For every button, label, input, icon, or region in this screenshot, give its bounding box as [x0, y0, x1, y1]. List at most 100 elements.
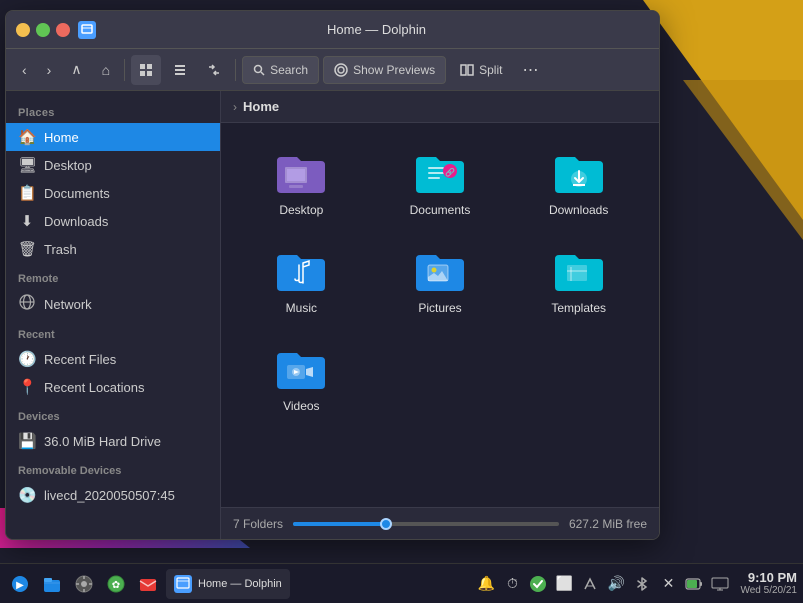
- tray-bell-icon[interactable]: 🔔: [476, 574, 496, 594]
- more-button[interactable]: ⋯: [516, 56, 544, 84]
- slider-fill: [293, 522, 386, 526]
- back-button[interactable]: ‹: [14, 55, 35, 85]
- sidebar-item-documents[interactable]: 📋 Documents: [6, 179, 220, 207]
- remote-section-label: Remote: [6, 263, 220, 289]
- maximize-button[interactable]: [36, 23, 50, 37]
- hard-drive-icon: 💾: [18, 432, 36, 450]
- tray-screen-icon[interactable]: ⬜: [554, 574, 574, 594]
- game-icon: ✿: [106, 574, 126, 594]
- search-icon: [253, 64, 265, 76]
- taskbar-clock[interactable]: 9:10 PM Wed 5/20/21: [740, 570, 797, 598]
- sidebar-item-livecd[interactable]: 💿 livecd_2020050507:45: [6, 481, 220, 509]
- recent-files-icon: 🕐: [18, 350, 36, 368]
- close-button[interactable]: [56, 23, 70, 37]
- folder-music-name: Music: [286, 301, 317, 315]
- check-circle-icon: [529, 575, 547, 593]
- sidebar-home-label: Home: [44, 130, 79, 145]
- sidebar-item-downloads[interactable]: ⬇ Downloads: [6, 207, 220, 235]
- taskbar-tray: 🔔 ⏱ ⬜ 🔊 ✕: [476, 574, 730, 594]
- show-previews-button[interactable]: Show Previews: [323, 56, 446, 84]
- breadcrumb-home[interactable]: Home: [243, 99, 279, 114]
- settings-icon: [74, 574, 94, 594]
- places-section-label: Places: [6, 99, 220, 123]
- folder-pictures-name: Pictures: [418, 301, 461, 315]
- slider-track: [293, 522, 559, 526]
- search-button[interactable]: Search: [242, 56, 319, 84]
- window-title: Home — Dolphin: [104, 22, 649, 37]
- list-view-button[interactable]: [165, 55, 195, 85]
- folder-desktop[interactable]: Desktop: [237, 139, 366, 227]
- folder-desktop-icon: [273, 149, 329, 197]
- sidebar-documents-label: Documents: [44, 186, 110, 201]
- sidebar-hard-drive-label: 36.0 MiB Hard Drive: [44, 434, 161, 449]
- folder-documents-icon: 🔗: [412, 149, 468, 197]
- start-icon: ▶: [11, 575, 29, 593]
- sidebar-item-desktop[interactable]: 🖥 Desktop: [6, 151, 220, 179]
- sidebar-desktop-label: Desktop: [44, 158, 92, 173]
- sidebar-item-recent-locations[interactable]: 📍 Recent Locations: [6, 373, 220, 401]
- list-icon: [173, 63, 187, 77]
- folder-music[interactable]: Music: [237, 237, 366, 325]
- sidebar-item-home[interactable]: 🏠 Home: [6, 123, 220, 151]
- split-icon: [460, 63, 474, 77]
- back-icon: ‹: [22, 62, 27, 78]
- devices-section-label: Devices: [6, 401, 220, 427]
- taskbar-settings-icon[interactable]: [70, 570, 98, 598]
- size-slider[interactable]: [293, 522, 559, 526]
- toggle-button[interactable]: [199, 55, 229, 85]
- home-icon: ⌂: [102, 62, 110, 78]
- desktop-sidebar-icon: 🖥: [18, 156, 36, 174]
- taskbar-mail-icon[interactable]: [134, 570, 162, 598]
- toolbar: ‹ › ∧ ⌂: [6, 49, 659, 91]
- folder-downloads-name: Downloads: [549, 203, 608, 217]
- home-button[interactable]: ⌂: [94, 55, 118, 85]
- forward-icon: ›: [47, 62, 52, 78]
- content-area: Places 🏠 Home 🖥 Desktop 📋 Documents ⬇ Do…: [6, 91, 659, 539]
- files-icon: [42, 574, 62, 594]
- downloads-sidebar-icon: ⬇: [18, 212, 36, 230]
- svg-text:🔗: 🔗: [445, 167, 455, 177]
- folder-templates[interactable]: Templates: [514, 237, 643, 325]
- up-button[interactable]: ∧: [63, 55, 89, 85]
- bluetooth-icon: [635, 576, 649, 592]
- tray-bluetooth-icon[interactable]: [632, 574, 652, 594]
- forward-button[interactable]: ›: [39, 55, 60, 85]
- taskbar-dolphin-label: Home — Dolphin: [198, 578, 282, 590]
- folder-videos[interactable]: Videos: [237, 335, 366, 423]
- sidebar-downloads-label: Downloads: [44, 214, 108, 229]
- folder-documents[interactable]: 🔗 Documents: [376, 139, 505, 227]
- tray-network-icon[interactable]: [580, 574, 600, 594]
- sidebar-item-network[interactable]: Network: [6, 289, 220, 319]
- app-icon: [78, 21, 96, 39]
- split-button[interactable]: Split: [450, 56, 512, 84]
- sidebar-recent-files-label: Recent Files: [44, 352, 116, 367]
- tray-volume-icon[interactable]: 🔊: [606, 574, 626, 594]
- tray-clock-icon[interactable]: ⏱: [502, 574, 522, 594]
- trash-sidebar-icon: 🗑: [18, 240, 36, 258]
- sidebar-item-trash[interactable]: 🗑 Trash: [6, 235, 220, 263]
- preview-label: Show Previews: [353, 63, 435, 77]
- folder-pictures[interactable]: Pictures: [376, 237, 505, 325]
- network-sidebar-icon: [18, 294, 36, 314]
- minimize-button[interactable]: [16, 23, 30, 37]
- taskbar: ▶ ✿: [0, 563, 803, 603]
- sidebar-item-hard-drive[interactable]: 💾 36.0 MiB Hard Drive: [6, 427, 220, 455]
- file-pane: › Home Desktop: [221, 91, 659, 539]
- livecd-icon: 💿: [18, 486, 36, 504]
- taskbar-game-icon[interactable]: ✿: [102, 570, 130, 598]
- tray-network2-icon[interactable]: [710, 574, 730, 594]
- taskbar-start-icon[interactable]: ▶: [6, 570, 34, 598]
- tray-check-icon[interactable]: [528, 574, 548, 594]
- svg-text:▶: ▶: [16, 580, 24, 591]
- split-label: Split: [479, 63, 502, 77]
- folder-downloads-icon: [551, 149, 607, 197]
- taskbar-files-icon[interactable]: [38, 570, 66, 598]
- folder-templates-name: Templates: [551, 301, 606, 315]
- tray-battery-icon[interactable]: [684, 574, 704, 594]
- sidebar-item-recent-files[interactable]: 🕐 Recent Files: [6, 345, 220, 373]
- taskbar-dolphin-app[interactable]: Home — Dolphin: [166, 569, 290, 599]
- separator-1: [124, 59, 125, 81]
- folder-downloads[interactable]: Downloads: [514, 139, 643, 227]
- tray-x-icon[interactable]: ✕: [658, 574, 678, 594]
- grid-view-button[interactable]: [131, 55, 161, 85]
